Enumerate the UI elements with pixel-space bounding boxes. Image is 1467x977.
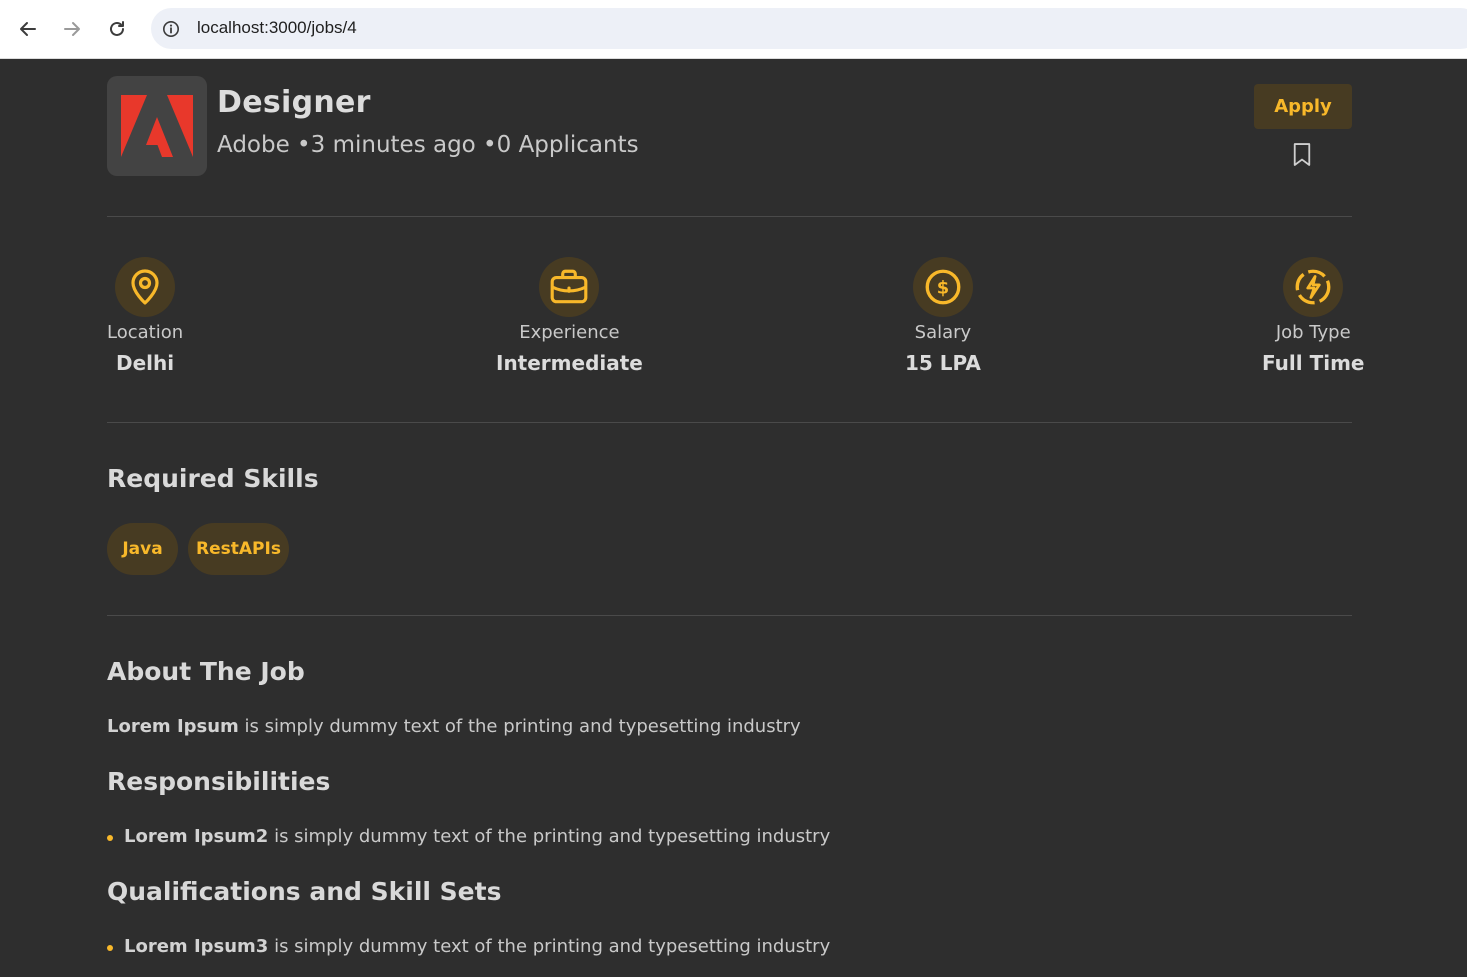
address-bar[interactable]: localhost:3000/jobs/4 <box>151 8 1467 49</box>
about-heading: About The Job <box>107 657 305 686</box>
arrow-right-icon <box>64 22 80 36</box>
arrow-left-icon <box>20 22 36 36</box>
bookmark-button[interactable] <box>1290 140 1314 170</box>
qualifications-heading: Qualifications and Skill Sets <box>107 877 502 906</box>
responsibilities-heading: Responsibilities <box>107 767 331 796</box>
item-bold: Lorem Ipsum3 <box>124 936 269 957</box>
stat-location: Location Delhi <box>107 257 183 375</box>
stat-experience: Experience Intermediate <box>496 257 643 375</box>
reload-button[interactable] <box>102 14 132 44</box>
skills-heading: Required Skills <box>107 464 319 493</box>
about-text: Lorem Ipsum is simply dummy text of the … <box>107 716 801 737</box>
stat-value: Intermediate <box>496 351 643 375</box>
stat-value: 15 LPA <box>905 351 981 375</box>
bullet-icon <box>107 835 113 841</box>
about-body: is simply dummy text of the printing and… <box>238 716 801 737</box>
company-logo <box>107 76 207 176</box>
divider <box>107 422 1352 423</box>
bullet-icon <box>107 945 113 951</box>
about-bold: Lorem Ipsum <box>107 716 239 737</box>
browser-toolbar: localhost:3000/jobs/4 <box>0 0 1467 59</box>
dollar-icon: $ <box>912 257 973 317</box>
location-pin-icon <box>115 257 176 317</box>
stat-value: Full Time <box>1262 351 1365 375</box>
job-meta: Adobe •3 minutes ago •0 Applicants <box>217 132 639 158</box>
reload-icon <box>110 21 124 36</box>
lightning-icon <box>1283 257 1344 317</box>
forward-button[interactable] <box>57 14 87 44</box>
item-bold: Lorem Ipsum2 <box>124 826 269 847</box>
item-text: is simply dummy text of the printing and… <box>268 826 831 847</box>
job-title: Designer <box>217 85 371 120</box>
skill-chip[interactable]: RestAPIs <box>188 523 289 575</box>
svg-text:$: $ <box>937 277 949 298</box>
stat-label: Experience <box>519 322 620 343</box>
item-text: is simply dummy text of the printing and… <box>268 936 831 957</box>
divider <box>107 216 1352 217</box>
url-text: localhost:3000/jobs/4 <box>197 18 357 37</box>
site-info-icon[interactable] <box>160 18 182 40</box>
divider <box>107 615 1352 616</box>
stat-salary: $ Salary 15 LPA <box>905 257 981 375</box>
back-button[interactable] <box>13 14 43 44</box>
briefcase-icon <box>539 257 600 317</box>
bookmark-icon <box>1293 143 1311 166</box>
adobe-logo-icon <box>121 95 193 157</box>
stat-label: Location <box>107 322 184 343</box>
stat-value: Delhi <box>116 351 175 375</box>
skill-chip[interactable]: Java <box>107 523 178 575</box>
stat-job-type: Job Type Full Time <box>1262 257 1364 375</box>
stat-label: Job Type <box>1275 322 1351 343</box>
stat-label: Salary <box>914 322 972 343</box>
apply-button[interactable]: Apply <box>1254 84 1352 129</box>
